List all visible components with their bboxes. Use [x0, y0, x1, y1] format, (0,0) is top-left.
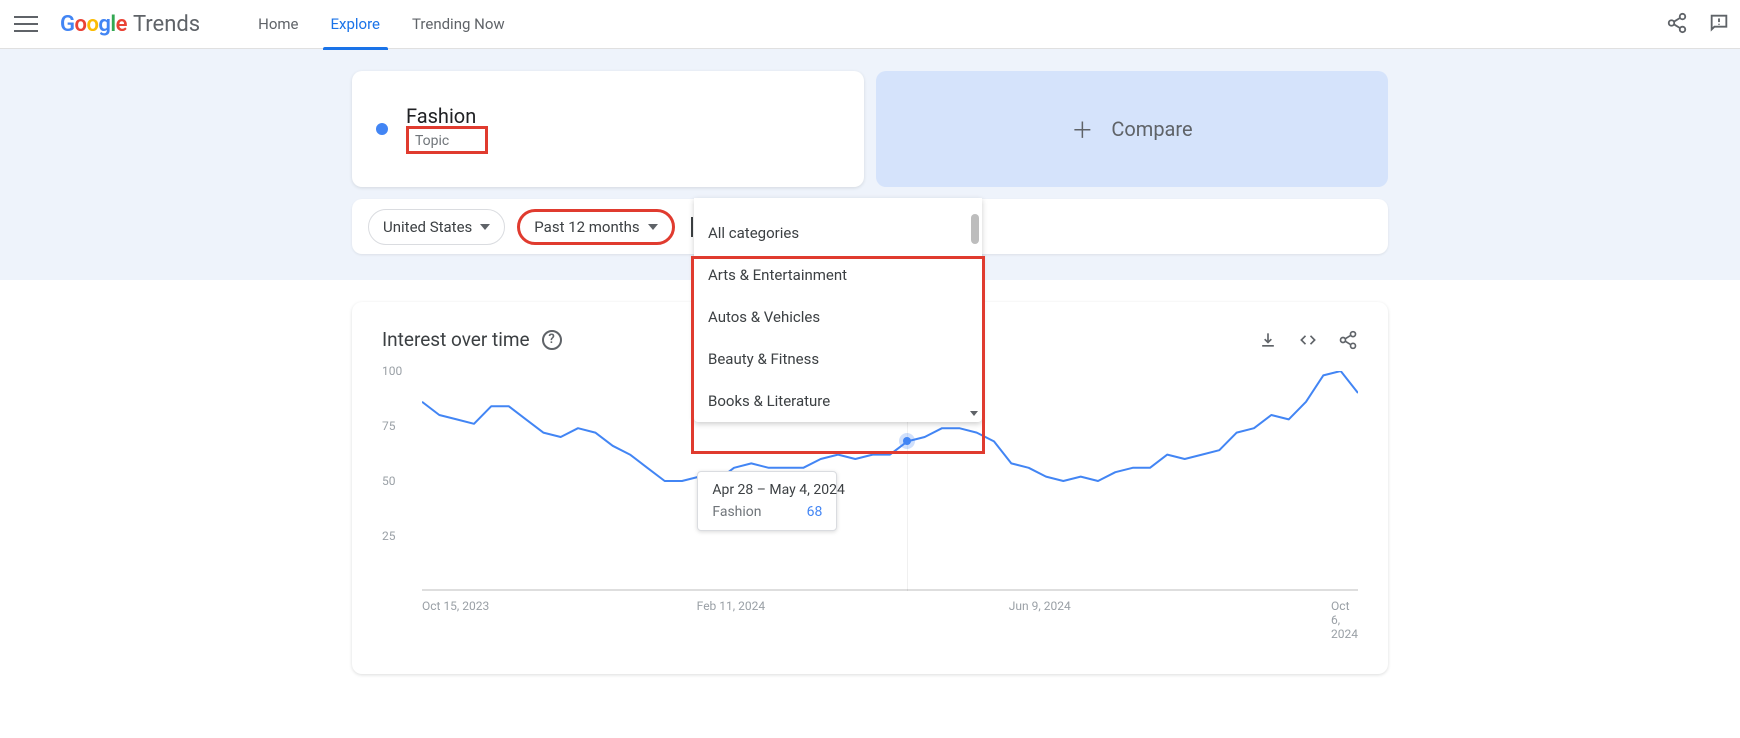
series-color-dot — [376, 123, 388, 135]
x-tick-label: Oct 6, 2024 — [1331, 599, 1358, 641]
category-option[interactable]: Books & Literature — [694, 380, 982, 422]
filters-row: United States Past 12 months All categor… — [352, 199, 1388, 254]
top-bar: Google Trends Home Explore Trending Now — [0, 0, 1740, 48]
y-tick-label: 100 — [382, 364, 402, 378]
chevron-down-icon — [648, 224, 658, 230]
x-tick-label: Jun 9, 2024 — [1009, 599, 1071, 613]
share-icon[interactable] — [1338, 330, 1358, 350]
y-tick-label: 50 — [382, 474, 396, 488]
help-icon[interactable]: ? — [542, 330, 562, 350]
top-nav: Home Explore Trending Now — [242, 0, 521, 48]
tooltip-label: Fashion — [712, 504, 761, 520]
download-icon[interactable] — [1258, 330, 1278, 350]
chevron-down-icon — [970, 411, 978, 416]
text-caret — [691, 217, 693, 237]
search-term: Fashion — [406, 104, 488, 128]
category-option[interactable]: Arts & Entertainment — [694, 254, 982, 296]
y-tick-label: 25 — [382, 529, 396, 543]
nav-trending[interactable]: Trending Now — [396, 0, 521, 48]
scrollbar-thumb[interactable] — [971, 214, 979, 244]
brand-logo[interactable]: Google Trends — [60, 12, 200, 37]
menu-icon[interactable] — [14, 12, 38, 36]
feedback-icon[interactable] — [1708, 12, 1730, 34]
chevron-down-icon — [480, 224, 490, 230]
tooltip-title: Apr 28 – May 4, 2024 — [712, 482, 822, 498]
x-tick-label: Feb 11, 2024 — [697, 599, 765, 613]
compare-button[interactable]: ＋ Compare — [876, 71, 1388, 187]
x-tick-label: Oct 15, 2023 — [422, 599, 489, 613]
tooltip-value: 68 — [807, 504, 823, 520]
region-filter[interactable]: United States — [368, 209, 505, 245]
search-term-card[interactable]: Fashion Topic — [352, 71, 864, 187]
category-option[interactable]: All categories — [694, 212, 982, 254]
panel-title: Interest over time — [382, 328, 530, 351]
compare-label: Compare — [1111, 117, 1192, 141]
nav-home[interactable]: Home — [242, 0, 314, 48]
share-icon[interactable] — [1666, 12, 1688, 34]
category-option[interactable]: Autos & Vehicles — [694, 296, 982, 338]
search-term-type: Topic — [415, 133, 449, 149]
embed-icon[interactable] — [1298, 330, 1318, 350]
chart-tooltip: Apr 28 – May 4, 2024 Fashion 68 — [697, 471, 837, 531]
nav-explore[interactable]: Explore — [315, 0, 397, 48]
chart-hover-dot — [903, 437, 911, 445]
y-tick-label: 75 — [382, 419, 396, 433]
highlight-topic: Topic — [406, 126, 488, 154]
plus-icon: ＋ — [1071, 113, 1093, 145]
category-option[interactable]: Beauty & Fitness — [694, 338, 982, 380]
time-filter[interactable]: Past 12 months — [517, 209, 674, 245]
category-dropdown[interactable]: All categories Arts & Entertainment Auto… — [694, 198, 982, 422]
